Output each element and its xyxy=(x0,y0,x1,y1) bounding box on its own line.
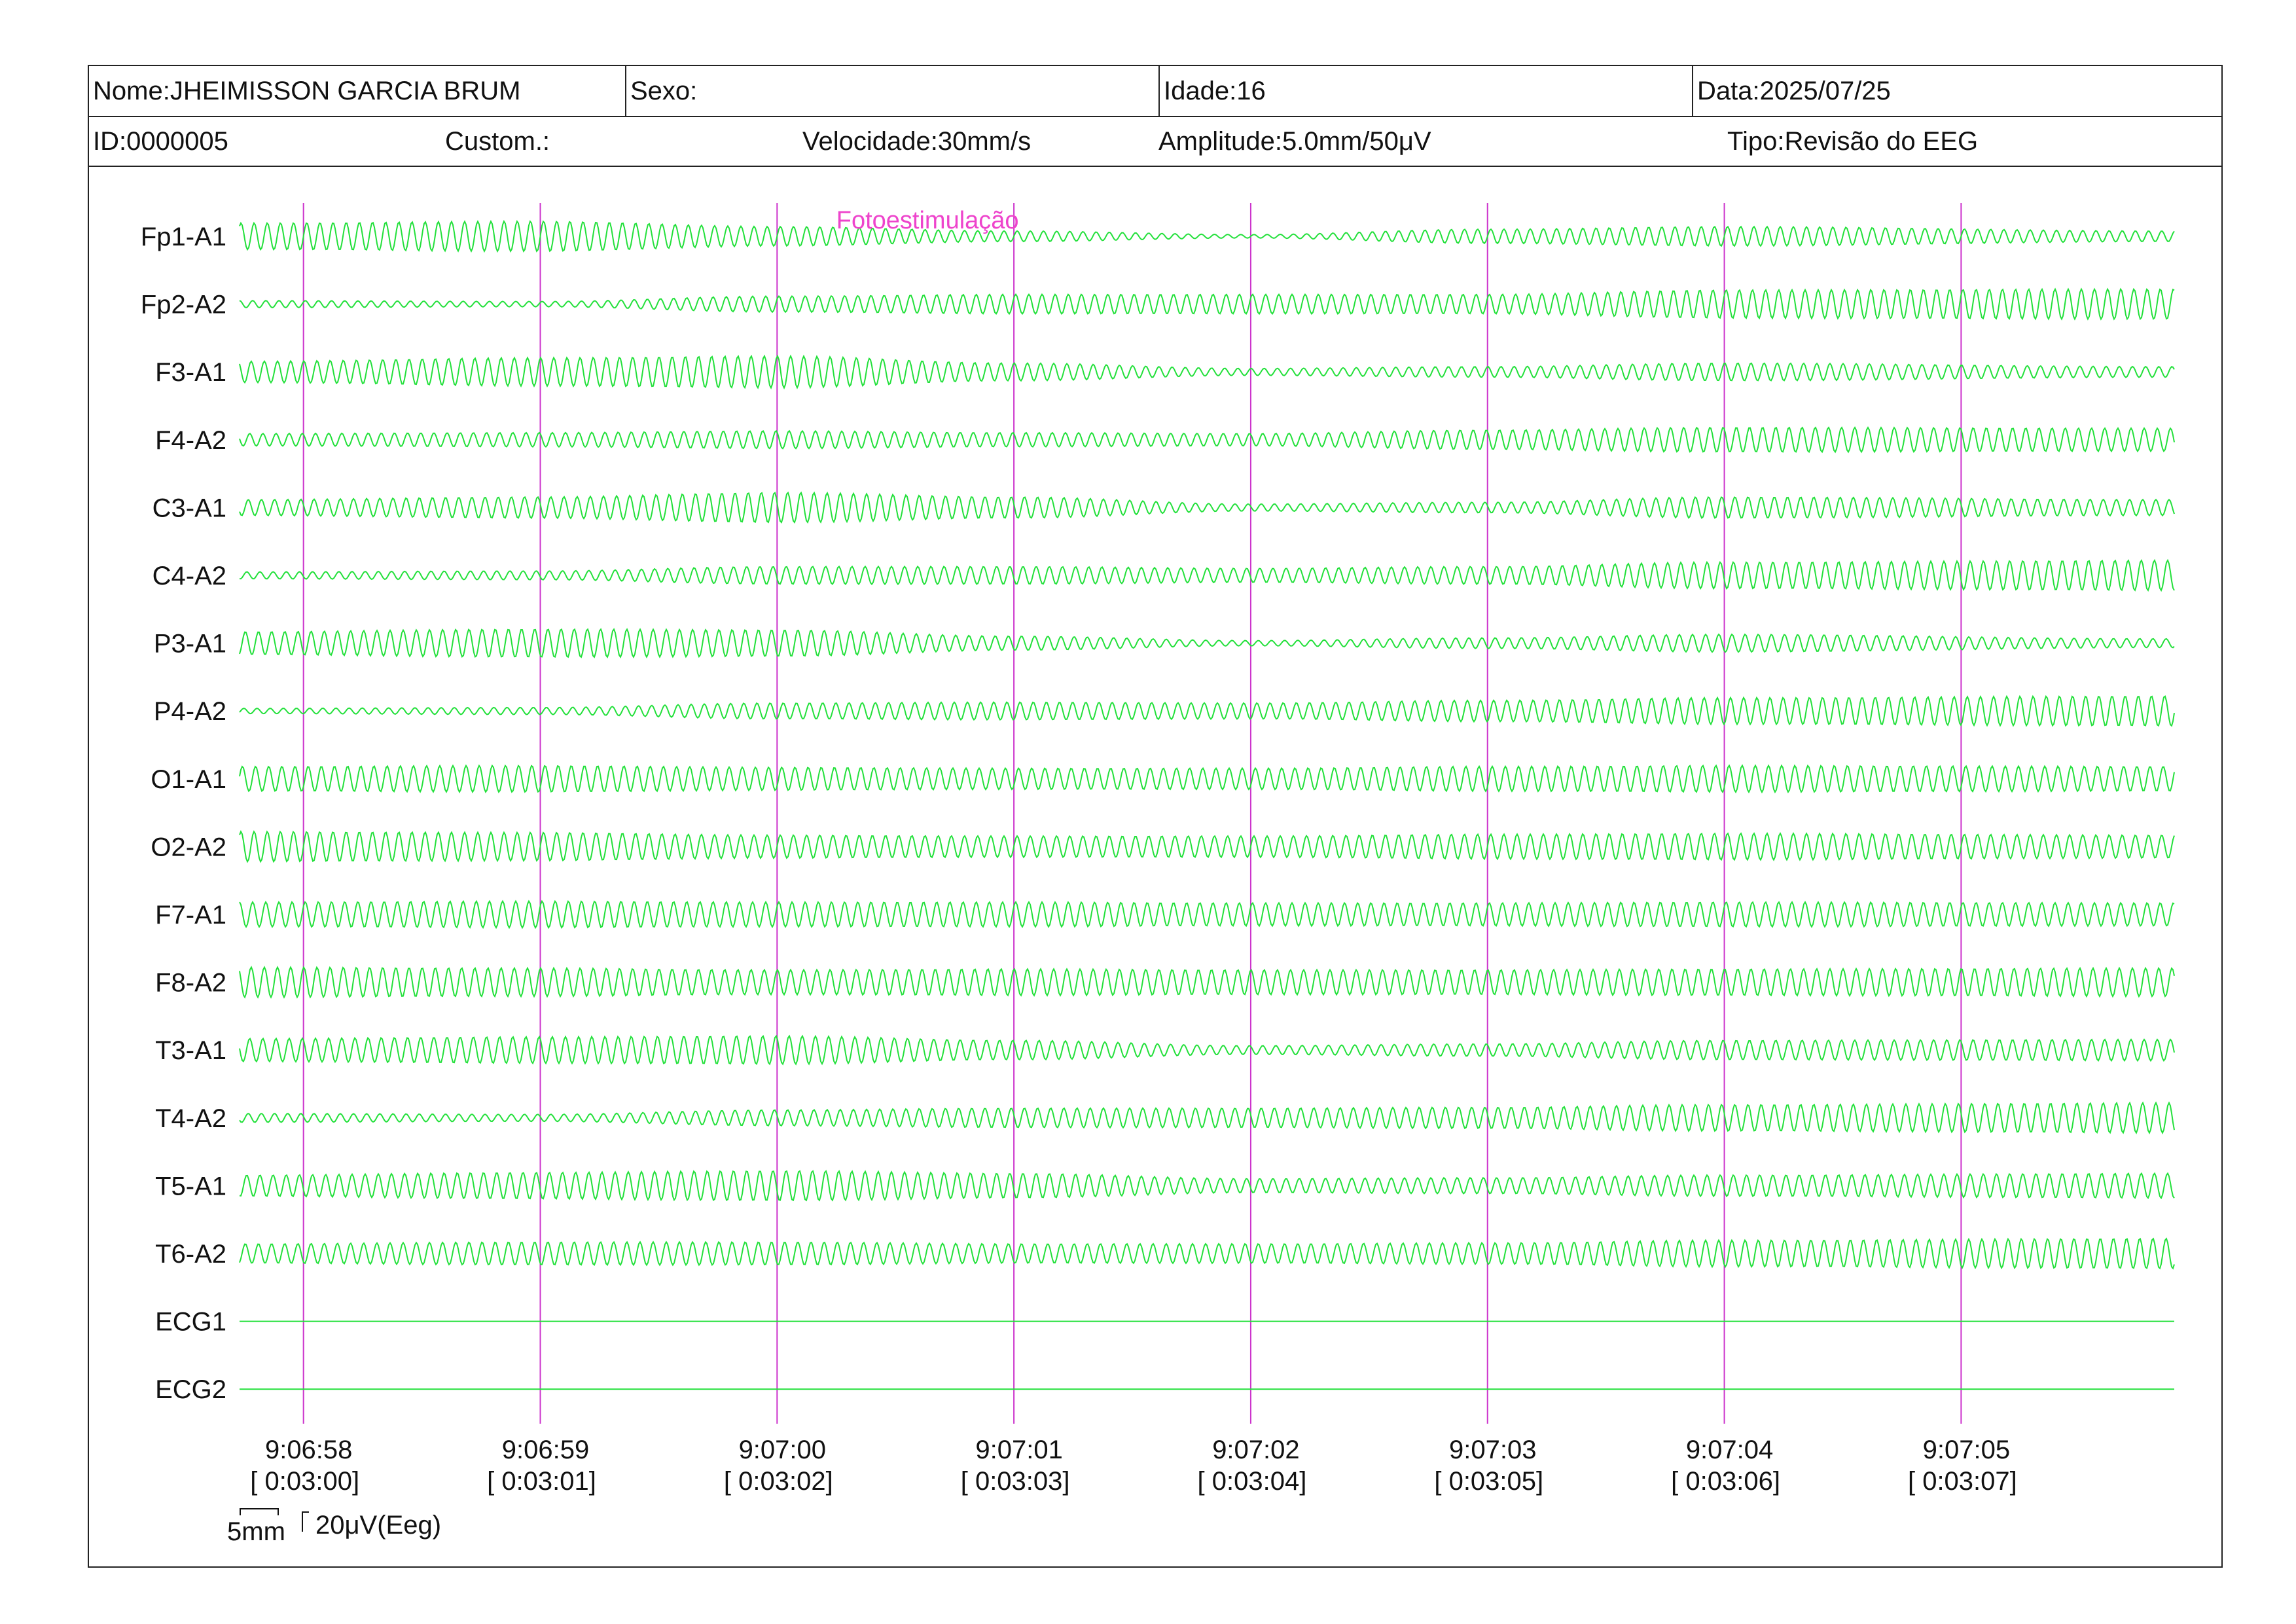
channel-label: F7-A1 xyxy=(155,901,226,929)
time-labels: 9:06:58 [ 0:03:00] 9:06:59 [ 0:03:01] 9:07:0… xyxy=(250,1435,2017,1496)
time-label-elapsed: [ 0:03:05] xyxy=(1434,1467,1543,1496)
time-label-clock: 9:07:04 xyxy=(1686,1435,1773,1464)
channel-label: T5-A1 xyxy=(155,1172,226,1200)
trace-o2-a2 xyxy=(239,830,2175,863)
trace-t4-a2 xyxy=(239,1101,2175,1135)
trace-f4-a2 xyxy=(239,426,2175,454)
trace-t6-a2 xyxy=(239,1237,2175,1270)
time-label-elapsed: [ 0:03:04] xyxy=(1198,1467,1307,1496)
trace-p3-a1 xyxy=(239,628,2175,659)
trace-fp1-a1 xyxy=(239,219,2175,253)
time-label-clock: 9:07:00 xyxy=(739,1435,826,1464)
channel-label: ECG1 xyxy=(155,1308,226,1337)
trace-p4-a2 xyxy=(239,695,2175,727)
trace-f8-a2 xyxy=(239,965,2175,999)
channel-label: Fp2-A2 xyxy=(141,291,226,319)
time-label-elapsed: [ 0:03:02] xyxy=(724,1467,833,1496)
scale-bar-amplitude-label: 20μV(Eeg) xyxy=(315,1511,441,1540)
time-label-clock: 9:07:01 xyxy=(975,1435,1062,1464)
channel-label: Fp1-A1 xyxy=(141,223,226,251)
time-label-elapsed: [ 0:03:01] xyxy=(487,1467,596,1496)
time-label-clock: 9:07:02 xyxy=(1212,1435,1299,1464)
trace-t3-a1 xyxy=(239,1034,2175,1066)
trace-f7-a1 xyxy=(239,899,2175,929)
channel-label: T3-A1 xyxy=(155,1036,226,1065)
time-label-elapsed: [ 0:03:00] xyxy=(250,1467,359,1496)
time-marker-lines xyxy=(302,203,1962,1424)
eeg-traces xyxy=(239,219,2175,1390)
scale-bar-time-label: 5mm xyxy=(227,1517,285,1546)
channel-label: T4-A2 xyxy=(155,1104,226,1133)
channel-label: ECG2 xyxy=(155,1375,226,1404)
scale-bar-amplitude-mark xyxy=(302,1511,309,1532)
time-label-clock: 9:06:58 xyxy=(265,1435,352,1464)
time-label-clock: 9:06:59 xyxy=(502,1435,589,1464)
channel-label: F8-A2 xyxy=(155,969,226,998)
channel-label: O1-A1 xyxy=(151,765,226,794)
channel-label: F4-A2 xyxy=(155,426,226,455)
trace-c3-a1 xyxy=(239,491,2175,524)
eeg-chart: Fp1-A1 Fp2-A2 F3-A1 F4-A2 C3-A1 C4-A2 P3-A1 P4-… xyxy=(141,203,2175,1546)
channel-label: C3-A1 xyxy=(152,494,226,522)
channel-label: P4-A2 xyxy=(154,697,226,726)
time-label-elapsed: [ 0:03:03] xyxy=(961,1467,1070,1496)
trace-c4-a2 xyxy=(239,558,2175,592)
channel-label: T6-A2 xyxy=(155,1240,226,1269)
channel-label: F3-A1 xyxy=(155,358,226,387)
scale-bar-time-mark xyxy=(240,1508,279,1515)
scale-bar: 5mm 20μV(Eeg) xyxy=(227,1508,441,1546)
trace-o1-a1 xyxy=(239,764,2175,794)
trace-fp2-a2 xyxy=(239,287,2175,321)
channel-label: C4-A2 xyxy=(152,562,226,590)
channel-labels: Fp1-A1 Fp2-A2 F3-A1 F4-A2 C3-A1 C4-A2 P3-A1 P4-… xyxy=(141,223,226,1404)
channel-label: P3-A1 xyxy=(154,630,226,659)
trace-t5-a1 xyxy=(239,1170,2175,1202)
time-label-clock: 9:07:03 xyxy=(1449,1435,1536,1464)
time-label-elapsed: [ 0:03:07] xyxy=(1908,1467,2017,1496)
channel-label: O2-A2 xyxy=(151,833,226,861)
photostimulation-annotation: Fotoestimulação xyxy=(836,207,1019,234)
trace-f3-a1 xyxy=(239,354,2175,389)
time-label-clock: 9:07:05 xyxy=(1923,1435,2010,1464)
time-label-elapsed: [ 0:03:06] xyxy=(1671,1467,1780,1496)
